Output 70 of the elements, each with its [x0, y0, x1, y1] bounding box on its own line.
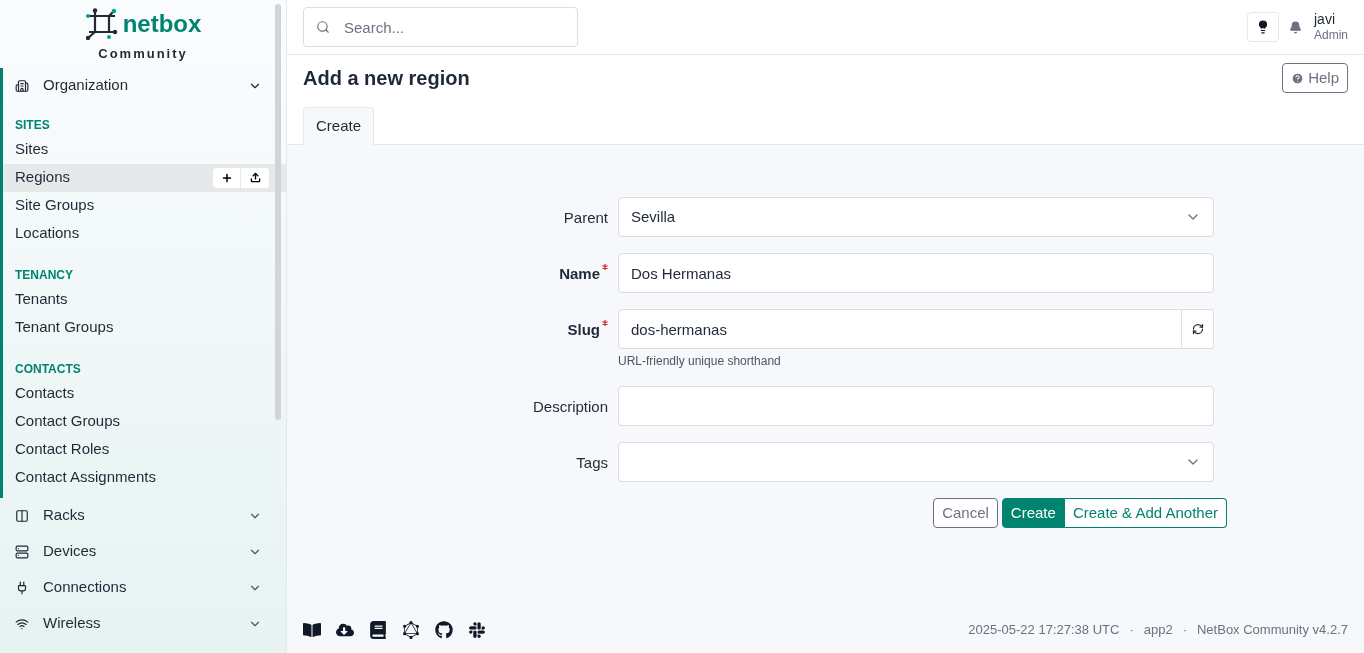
text-field[interactable]	[618, 386, 1214, 426]
create-another-button[interactable]: Create & Add Another	[1064, 498, 1227, 528]
section-heading: CONTACTS	[14, 360, 82, 378]
brand-edition: Community	[98, 45, 188, 63]
version-text: NetBox Community v4.2.7	[1197, 621, 1348, 640]
page-title: Add a new region	[303, 66, 470, 91]
regenerate-button[interactable]	[1182, 309, 1214, 349]
menu-item[interactable]: Connections	[43, 576, 248, 599]
required-icon	[602, 320, 608, 326]
scrollbar[interactable]	[275, 4, 281, 420]
section-heading: TENANCY	[14, 266, 74, 284]
text-field[interactable]: Dos Hermanas	[618, 253, 1214, 293]
separator: ·	[1129, 621, 1134, 640]
book-icon[interactable]	[303, 621, 321, 639]
menu-item[interactable]: Organization	[43, 74, 248, 97]
cancel-button[interactable]: Cancel	[933, 498, 998, 528]
user-name[interactable]: javi	[1314, 10, 1348, 29]
menu-icon	[15, 544, 29, 559]
menu-icon	[15, 508, 29, 523]
cloud-icon[interactable]	[336, 621, 354, 639]
menu-icon	[15, 78, 29, 93]
plus-icon	[220, 171, 233, 184]
search-field[interactable]: Search...	[303, 7, 578, 47]
field-label: Tags	[576, 453, 608, 473]
server-name: app2	[1143, 621, 1173, 640]
field-label: Description	[532, 397, 608, 417]
refresh-icon	[1191, 323, 1204, 335]
notebook-icon[interactable]	[369, 621, 387, 639]
nav-link[interactable]: Tenants	[15, 288, 270, 311]
nav-link[interactable]: Contact Groups	[15, 410, 270, 433]
menu-icon	[15, 580, 29, 595]
select-field[interactable]	[618, 442, 1214, 482]
slack-icon[interactable]	[468, 621, 486, 639]
theme-button[interactable]	[1247, 12, 1279, 42]
menu-icon	[15, 616, 29, 631]
field-label: Slug	[567, 320, 600, 340]
nav-link[interactable]: Contact Assignments	[15, 466, 270, 489]
logo-icon	[84, 8, 119, 40]
brand-name: netbox	[122, 12, 202, 36]
menu-item[interactable]: Racks	[43, 504, 248, 527]
search-icon	[316, 20, 330, 34]
nav-link[interactable]: Site Groups	[15, 194, 270, 217]
timestamp: 2025-05-22 17:27:38 UTC	[968, 621, 1120, 640]
lightbulb-icon	[1256, 20, 1270, 34]
help-icon	[1291, 71, 1305, 85]
menu-item[interactable]: Devices	[43, 540, 248, 563]
section-heading: SITES	[14, 116, 51, 134]
graphql-icon[interactable]	[402, 621, 420, 639]
bell-icon[interactable]	[1289, 20, 1302, 34]
nav-link[interactable]: Tenant Groups	[15, 316, 270, 339]
tab[interactable]: Create	[303, 107, 375, 145]
add-button[interactable]	[212, 166, 241, 189]
field-label: Parent	[563, 208, 608, 228]
create-button[interactable]: Create	[1001, 498, 1065, 528]
nav-link[interactable]: Contact Roles	[15, 438, 270, 461]
separator: ·	[1182, 621, 1187, 640]
import-button[interactable]	[241, 166, 270, 189]
help-button[interactable]: Help	[1282, 63, 1348, 93]
upload-icon	[249, 172, 261, 183]
nav-link[interactable]: Sites	[15, 138, 270, 161]
slug-field[interactable]: dos-hermanas	[618, 309, 1182, 349]
help-text: URL-friendly unique shorthand	[618, 353, 782, 370]
nav-link[interactable]: Locations	[15, 222, 270, 245]
select-field[interactable]: Sevilla	[618, 197, 1214, 237]
menu-item[interactable]: Wireless	[43, 612, 248, 635]
user-role: Admin	[1314, 28, 1348, 44]
field-label: Name	[559, 264, 600, 284]
required-icon	[602, 264, 608, 270]
github-icon[interactable]	[435, 621, 453, 639]
nav-link[interactable]: Contacts	[15, 382, 270, 405]
